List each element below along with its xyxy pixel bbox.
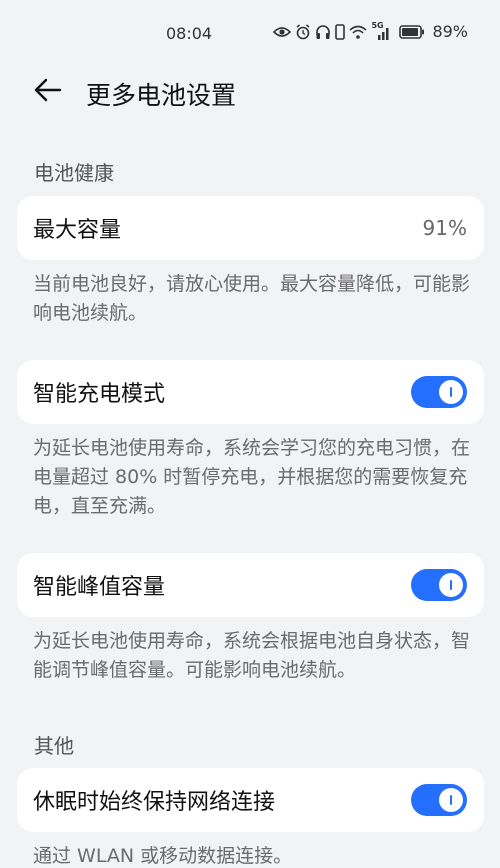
keep-network-row[interactable]: 休眠时始终保持网络连接 <box>17 768 484 832</box>
cellular-signal-icon: 5G <box>371 21 391 40</box>
max-capacity-title: 最大容量 <box>33 218 122 243</box>
toggle-knob <box>439 380 463 404</box>
vibrate-icon <box>335 23 346 40</box>
back-button[interactable] <box>28 74 68 110</box>
toggle-knob <box>439 788 463 812</box>
section-label-other: 其他 <box>34 734 74 758</box>
keep-network-toggle[interactable] <box>411 784 467 816</box>
toggle-knob <box>439 573 463 597</box>
smart-peak-capacity-description: 为延长电池使用寿命，系统会根据电池自身状态，智能调节峰值容量。可能影响电池续航。 <box>33 630 471 681</box>
smart-charging-row[interactable]: 智能充电模式 <box>17 360 484 424</box>
battery-percentage: 89% <box>432 22 468 41</box>
status-bar: 08:04 5G 89% <box>0 0 500 68</box>
page-title: 更多电池设置 <box>86 81 237 110</box>
back-arrow-icon <box>34 78 62 106</box>
keep-network-description: 通过 WLAN 或移动数据连接。 <box>33 845 293 867</box>
smart-charging-description: 为延长电池使用寿命，系统会学习您的充电习惯，在电量超过 80% 时暂停充电，并根… <box>33 437 471 517</box>
keep-network-title: 休眠时始终保持网络连接 <box>33 790 276 815</box>
max-capacity-row[interactable]: 最大容量 91% <box>17 196 484 260</box>
header: 更多电池设置 <box>0 68 500 116</box>
status-icons: 5G 89% <box>273 21 468 41</box>
eye-icon <box>273 25 292 39</box>
status-time: 08:04 <box>166 24 213 43</box>
smart-peak-capacity-title: 智能峰值容量 <box>33 575 166 600</box>
smart-charging-toggle[interactable] <box>411 376 467 408</box>
smart-peak-capacity-toggle[interactable] <box>411 569 467 601</box>
smart-peak-capacity-row[interactable]: 智能峰值容量 <box>17 553 484 617</box>
section-label-battery-health: 电池健康 <box>34 161 114 185</box>
smart-charging-title: 智能充电模式 <box>33 382 166 407</box>
max-capacity-description: 当前电池良好，请放心使用。最大容量降低，可能影响电池续航。 <box>33 273 471 324</box>
wifi-icon <box>349 25 367 39</box>
alarm-icon <box>295 23 311 40</box>
battery-icon <box>399 24 425 39</box>
headphones-icon <box>315 24 331 40</box>
max-capacity-value: 91% <box>422 216 467 240</box>
